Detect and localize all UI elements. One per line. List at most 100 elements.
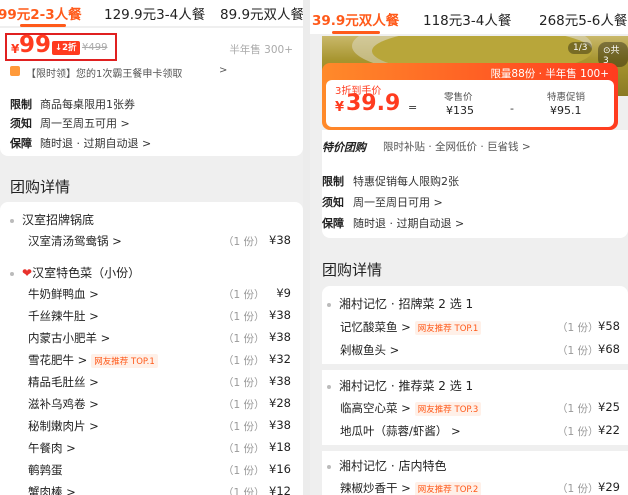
special-text[interactable]: 限时补贴 · 全网低价 · 巨省钱 > — [383, 139, 531, 154]
rule-value-notice[interactable]: 周一至周日可用 > — [353, 194, 443, 210]
item-name[interactable]: 蟹肉棒 > — [28, 484, 76, 495]
bullet-icon — [10, 218, 14, 223]
item-name: 鹌鹑蛋 — [28, 463, 63, 477]
special-badge: 特价团购 — [322, 141, 366, 154]
coupon-text[interactable]: 【限时领】您的1次霸王餐申卡领取 — [26, 65, 182, 80]
active-tab-indicator — [20, 24, 66, 27]
tab-package-1[interactable]: 99元2-3人餐 — [0, 3, 82, 23]
item-price: ¥29 — [598, 480, 620, 494]
rule-value-notice[interactable]: 周一至周五可用 > — [40, 115, 130, 131]
item-price: ¥58 — [598, 319, 620, 333]
item-qty: （1 份） — [223, 236, 265, 248]
item-qty: （1 份） — [557, 426, 599, 438]
sales-count: 半年售 300+ — [229, 44, 293, 56]
item-price: ¥38 — [269, 330, 291, 344]
item-qty: （1 份） — [557, 483, 599, 495]
group-title: 汉室招牌锅底 — [10, 211, 94, 228]
item-name[interactable]: 雪花肥牛 > 网友推荐 TOP.1 — [28, 352, 158, 368]
item-price: ¥38 — [269, 233, 291, 247]
promo-currency: ¥ — [335, 100, 345, 115]
discount-badge: ↓2折 — [52, 41, 80, 55]
rule-label-limit: 限制 — [10, 98, 32, 111]
item-price: ¥38 — [269, 374, 291, 388]
group-divider — [322, 445, 628, 451]
recommend-tag: 网友推荐 TOP.1 — [414, 320, 482, 335]
item-qty: （1 份） — [557, 322, 599, 334]
rule-label-notice: 须知 — [10, 117, 32, 130]
item-qty: （1 份） — [223, 443, 265, 455]
bullet-icon — [327, 302, 331, 307]
item-price: ¥38 — [269, 308, 291, 322]
bullet-icon — [327, 464, 331, 469]
details-card: 汉室招牌锅底 汉室清汤鸳鸯锅 > （1 份） ¥38 ❤汉室特色菜（小份） 牛奶… — [0, 202, 303, 495]
rule-label-limit: 限制 — [322, 175, 344, 188]
group-divider — [322, 364, 628, 370]
group-title: 湘村记忆 · 店内特色 — [327, 457, 446, 474]
promo-inner: 3折到手价 ¥ 39.9 = 零售价 ¥135 - 特惠促销 ¥95.1 — [326, 80, 614, 127]
details-card: 湘村记忆 · 招牌菜 2 选 1 记忆酸菜鱼 > 网友推荐 TOP.1 （1 份）… — [322, 286, 628, 495]
right-deal-panel: 39.9元双人餐 118元3-4人餐 268元5-6人餐 1/3 ⊙共 3 限量… — [310, 0, 628, 495]
item-name[interactable]: 记忆酸菜鱼 > 网友推荐 TOP.1 — [340, 319, 482, 335]
retail-label: 零售价 — [444, 92, 473, 103]
special-value: ¥95.1 — [550, 104, 582, 117]
tab-package-3[interactable]: 89.9元双人餐 — [220, 3, 303, 23]
rule-label-notice: 须知 — [322, 196, 344, 209]
item-qty: （1 份） — [223, 355, 265, 367]
item-name[interactable]: 汉室清汤鸳鸯锅 > — [28, 233, 122, 249]
item-name[interactable]: 牛奶鲜鸭血 > — [28, 286, 99, 302]
item-price: ¥16 — [269, 462, 291, 476]
special-label: 特惠促销 — [547, 92, 586, 103]
group-title: 湘村记忆 · 招牌菜 2 选 1 — [327, 295, 473, 312]
item-qty: （1 份） — [223, 333, 265, 345]
promo-banner: 限量88份 · 半年售 100+ 3折到手价 ¥ 39.9 = 零售价 ¥135… — [322, 63, 618, 130]
rule-value-limit: 商品每桌限用1张券 — [40, 98, 135, 111]
tab-package-1[interactable]: 39.9元双人餐 — [312, 9, 399, 29]
minus-sign: - — [510, 102, 514, 115]
retail-value: ¥135 — [446, 104, 474, 117]
rule-value-guarantee[interactable]: 随时退 · 过期自动退 > — [40, 135, 151, 151]
deal-price: 99 — [19, 32, 52, 58]
item-price: ¥68 — [598, 342, 620, 356]
original-price: ¥499 — [82, 42, 108, 53]
tab-package-2[interactable]: 118元3-4人餐 — [423, 9, 511, 29]
item-qty: （1 份） — [223, 377, 265, 389]
promo-limit: 限量88份 · 半年售 100+ — [490, 68, 609, 80]
info-card: 特价团购 限时补贴 · 全网低价 · 巨省钱 > 限制 特惠促销每人限购2张 须… — [322, 130, 628, 238]
item-name[interactable]: 滋补乌鸡卷 > — [28, 396, 99, 412]
heart-icon: ❤ — [22, 266, 33, 280]
group-title: ❤汉室特色菜（小份） — [10, 264, 140, 281]
equals-sign: = — [408, 101, 418, 114]
tab-package-2[interactable]: 129.9元3-4人餐 — [104, 3, 205, 23]
item-name[interactable]: 内蒙古小肥羊 > — [28, 330, 110, 346]
item-name[interactable]: 地瓜叶（蒜蓉/虾酱） > — [340, 423, 461, 439]
section-title-details: 团购详情 — [322, 261, 383, 279]
coupon-chevron-icon[interactable]: > — [219, 65, 227, 76]
item-name[interactable]: 秘制嫩肉片 > — [28, 418, 99, 434]
item-price: ¥12 — [269, 484, 291, 495]
price-card: ¥ 99 ↓2折 ¥499 半年售 300+ 【限时领】您的1次霸王餐申卡领取 … — [0, 28, 303, 156]
promo-price: 39.9 — [346, 91, 401, 116]
item-name[interactable]: 精品毛肚丝 > — [28, 374, 99, 390]
left-deal-panel: 99元2-3人餐 129.9元3-4人餐 89.9元双人餐 ¥ 99 ↓2折 ¥… — [0, 0, 303, 495]
item-name[interactable]: 千丝辣牛肚 > — [28, 308, 99, 324]
item-name[interactable]: 辣椒炒香干 > 网友推荐 TOP.2 — [340, 480, 482, 495]
item-price: ¥32 — [269, 352, 291, 366]
item-name[interactable]: 临高空心菜 > 网友推荐 TOP.3 — [340, 400, 482, 416]
item-price: ¥9 — [276, 286, 291, 300]
item-qty: （1 份） — [223, 311, 265, 323]
item-qty: （1 份） — [223, 487, 265, 495]
rule-label-guarantee: 保障 — [322, 217, 344, 230]
package-tabs: 39.9元双人餐 118元3-4人餐 268元5-6人餐 — [310, 0, 628, 34]
package-tabs: 99元2-3人餐 129.9元3-4人餐 89.9元双人餐 — [0, 0, 303, 27]
tab-package-3[interactable]: 268元5-6人餐 — [539, 9, 627, 29]
group-title: 湘村记忆 · 推荐菜 2 选 1 — [327, 377, 473, 394]
item-qty: （1 份） — [557, 345, 599, 357]
item-name[interactable]: 剁椒鱼头 > — [340, 342, 399, 358]
bullet-icon — [327, 384, 331, 389]
active-tab-indicator — [332, 31, 380, 34]
item-price: ¥25 — [598, 400, 620, 414]
item-price: ¥28 — [269, 396, 291, 410]
share-icon: ⊙ — [603, 46, 611, 56]
item-name[interactable]: 午餐肉 > — [28, 440, 76, 456]
rule-value-guarantee[interactable]: 随时退 · 过期自动退 > — [353, 215, 464, 231]
